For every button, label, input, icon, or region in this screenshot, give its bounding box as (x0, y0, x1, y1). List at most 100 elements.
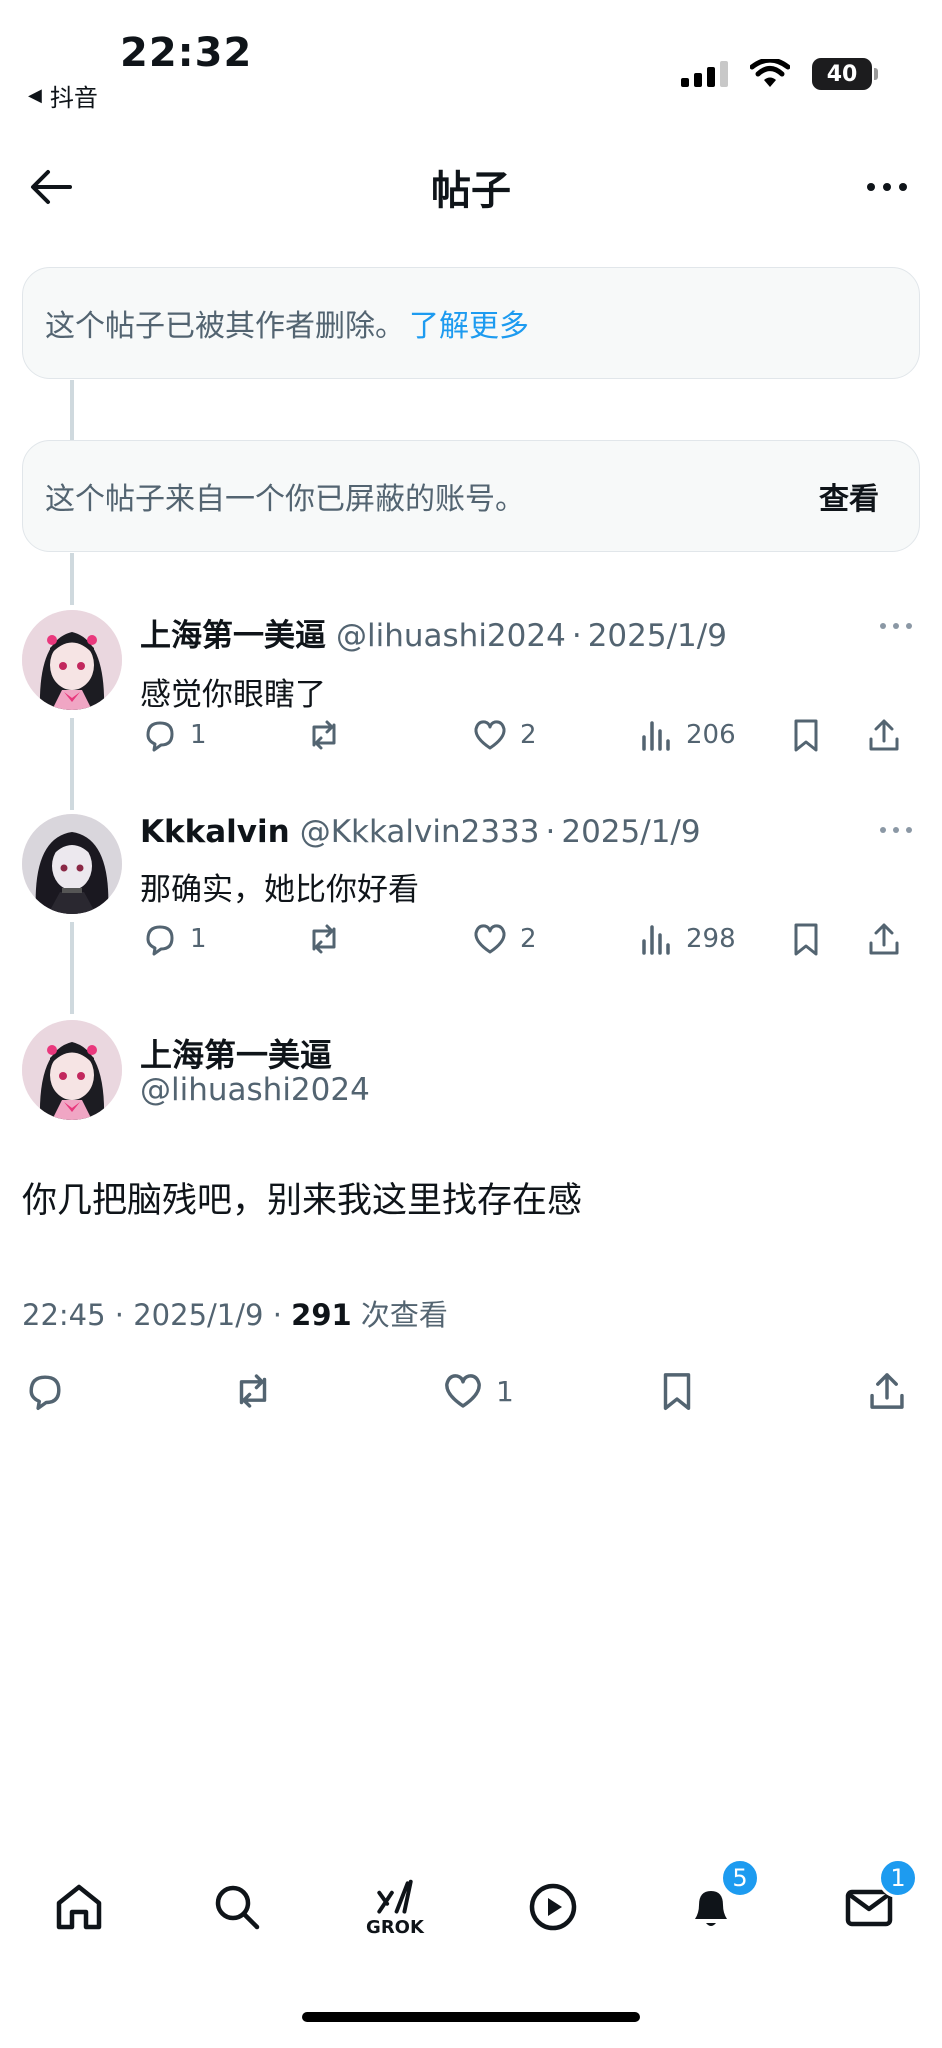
reply-date: 2025/1/9 (587, 618, 727, 654)
reply-actions: 1 2 298 (140, 914, 920, 964)
like-count: 1 (496, 1374, 514, 1408)
tab-messages[interactable]: 1 (834, 1858, 918, 1952)
back-app-label: 抖音 (49, 84, 98, 112)
tab-search[interactable] (202, 1862, 272, 1952)
view-blocked-button[interactable]: 查看 (819, 474, 879, 518)
blocked-post-notice: 这个帖子来自一个你已屏蔽的账号。 查看 (22, 440, 920, 552)
comment-count: 1 (190, 924, 207, 954)
tab-grok[interactable]: GROK (360, 1862, 430, 1952)
reply-post[interactable]: 上海第一美逼 @lihuashi2024 · 2025/1/9 感觉你眼瞎了 1… (22, 610, 920, 760)
post-text: 你几把脑残吧，别来我这里找存在感 (22, 1181, 583, 1221)
like-button[interactable]: 2 (470, 914, 537, 964)
repost-button[interactable] (304, 710, 344, 760)
share-icon (870, 1373, 904, 1409)
share-icon (869, 719, 899, 751)
heart-icon (445, 1374, 481, 1408)
learn-more-link[interactable]: 了解更多 (409, 301, 529, 345)
tab-notifications[interactable]: 5 (676, 1858, 760, 1952)
like-count: 2 (520, 720, 537, 750)
comment-icon (29, 1375, 61, 1410)
repost-icon (239, 1374, 267, 1408)
like-button[interactable]: 1 (440, 1366, 514, 1416)
reply-button[interactable]: 1 (140, 914, 207, 964)
like-button[interactable]: 2 (470, 710, 537, 760)
reply-author-handle[interactable]: @Kkkalvin2333 (300, 814, 540, 850)
comment-icon (146, 925, 174, 956)
thread-line (70, 553, 74, 605)
post-view-count: 291 (291, 1298, 352, 1332)
grok-label: GROK (366, 1916, 424, 1938)
blocked-notice-text: 这个帖子来自一个你已屏蔽的账号。 (45, 482, 525, 517)
deleted-post-notice: 这个帖子已被其作者删除。 了解更多 (22, 267, 920, 379)
views-button[interactable]: 206 (636, 710, 736, 760)
play-icon (529, 1883, 577, 1931)
share-icon (869, 923, 899, 955)
search-icon (215, 1885, 260, 1930)
heart-icon (474, 720, 506, 750)
thread-line (70, 718, 74, 810)
bookmark-icon (663, 1373, 691, 1410)
reply-post[interactable]: Kkkalvin @Kkkalvin2333 · 2025/1/9 那确实，她比… (22, 814, 920, 964)
heart-icon (474, 924, 506, 954)
reply-date: 2025/1/9 (561, 814, 701, 850)
bottom-tab-bar: GROK 5 1 (0, 1858, 942, 1952)
back-triangle-icon: ◀ (28, 85, 42, 106)
repost-button[interactable] (230, 1366, 276, 1416)
reply-actions: 1 2 206 (140, 710, 920, 760)
analytics-icon (642, 925, 670, 955)
tab-home[interactable] (44, 1862, 114, 1952)
post-author-name[interactable]: 上海第一美逼 (140, 1030, 332, 1076)
post-author-handle[interactable]: @lihuashi2024 (140, 1072, 370, 1108)
bookmark-icon (794, 719, 818, 752)
reply-text: 感觉你眼瞎了 (140, 677, 326, 713)
message-badge: 1 (878, 1858, 918, 1898)
share-button[interactable] (864, 710, 904, 760)
more-options-icon[interactable] (862, 162, 912, 212)
comment-count: 1 (190, 720, 207, 750)
bookmark-button[interactable] (786, 914, 826, 964)
repost-icon (312, 924, 336, 954)
view-count: 298 (686, 924, 736, 954)
page-title: 帖子 (431, 168, 511, 214)
post-actions: 1 (22, 1366, 920, 1422)
like-count: 2 (520, 924, 537, 954)
post-time: 22:45 (22, 1298, 106, 1332)
views-button[interactable]: 298 (636, 914, 736, 964)
view-count: 206 (686, 720, 736, 750)
repost-icon (312, 720, 336, 750)
tab-video[interactable] (518, 1862, 588, 1952)
grok-icon (377, 1879, 413, 1914)
post-meta: 22:45 · 2025/1/9 · 291 次查看 (22, 1298, 448, 1332)
page-header: 帖子 (0, 140, 942, 230)
avatar[interactable] (22, 610, 122, 710)
bookmark-icon (794, 923, 818, 956)
bookmark-button[interactable] (786, 710, 826, 760)
avatar[interactable] (22, 814, 122, 914)
reply-text: 那确实，她比你好看 (140, 872, 419, 908)
thread-line (70, 380, 74, 440)
reply-author-name[interactable]: 上海第一美逼 (140, 610, 326, 655)
battery-icon: 40 (812, 58, 878, 90)
reply-author-name[interactable]: Kkkalvin (140, 814, 290, 850)
status-indicators: 40 (681, 58, 878, 90)
share-button[interactable] (864, 914, 904, 964)
home-indicator (302, 2012, 640, 2022)
wifi-icon (750, 59, 790, 87)
avatar[interactable] (22, 1020, 122, 1120)
post-view-label: 次查看 (360, 1298, 448, 1332)
more-options-icon[interactable] (878, 616, 914, 636)
repost-button[interactable] (304, 914, 344, 964)
bookmark-button[interactable] (654, 1366, 700, 1416)
comment-icon (146, 721, 174, 752)
post-date: 2025/1/9 (133, 1298, 264, 1332)
more-options-icon[interactable] (878, 820, 914, 840)
battery-level: 40 (826, 61, 858, 87)
back-to-app-button[interactable]: ◀ 抖音 (28, 78, 98, 113)
reply-button[interactable] (22, 1366, 68, 1416)
cellular-signal-icon (681, 61, 728, 87)
reply-button[interactable]: 1 (140, 710, 207, 760)
notification-badge: 5 (720, 1858, 760, 1898)
reply-author-handle[interactable]: @lihuashi2024 (336, 618, 566, 654)
deleted-notice-text: 这个帖子已被其作者删除。 (45, 309, 405, 344)
share-button[interactable] (864, 1366, 910, 1416)
